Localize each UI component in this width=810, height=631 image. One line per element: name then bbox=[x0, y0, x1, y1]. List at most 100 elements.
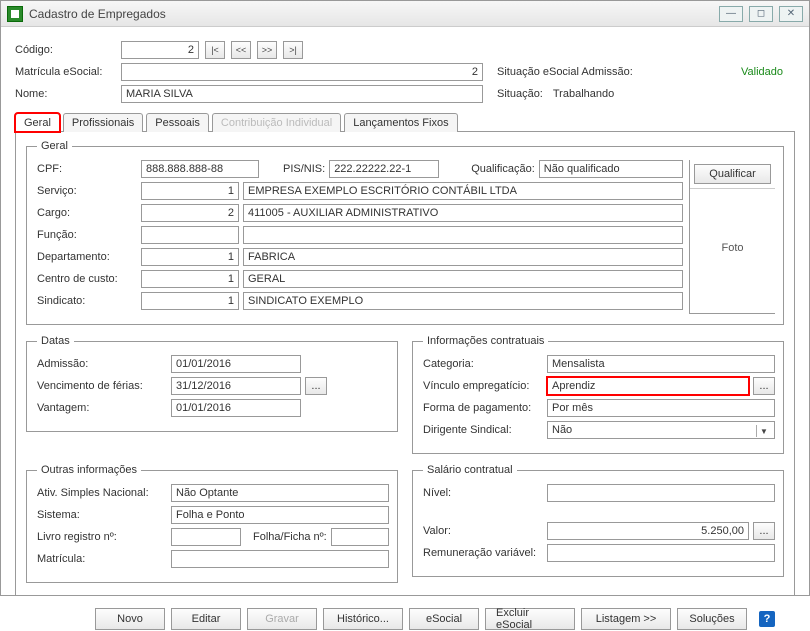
esocial-button[interactable]: eSocial bbox=[409, 608, 479, 630]
simples-label: Ativ. Simples Nacional: bbox=[37, 487, 167, 499]
servico-desc[interactable]: EMPRESA EXEMPLO ESCRITÓRIO CONTÁBIL LTDA bbox=[243, 182, 683, 200]
cargo-code[interactable]: 2 bbox=[141, 204, 239, 222]
folha-label: Folha/Ficha nº: bbox=[253, 531, 327, 543]
fieldset-datas: Datas Admissão: 01/01/2016 Vencimento de… bbox=[26, 335, 398, 432]
tab-geral[interactable]: Geral bbox=[15, 113, 60, 132]
forma-label: Forma de pagamento: bbox=[423, 402, 543, 414]
fieldset-contratuais: Informações contratuais Categoria: Mensa… bbox=[412, 335, 784, 454]
matricula-esocial-label: Matrícula eSocial: bbox=[15, 66, 115, 78]
livro-field[interactable] bbox=[171, 528, 241, 546]
fieldset-outras: Outras informações Ativ. Simples Naciona… bbox=[26, 464, 398, 583]
centro-desc[interactable]: GERAL bbox=[243, 270, 683, 288]
nivel-label: Nível: bbox=[423, 487, 543, 499]
vantagem-label: Vantagem: bbox=[37, 402, 167, 414]
departamento-label: Departamento: bbox=[37, 251, 137, 263]
cargo-label: Cargo: bbox=[37, 207, 137, 219]
situacao-esocial-label: Situação eSocial Admissão: bbox=[497, 66, 633, 78]
sindicato-code[interactable]: 1 bbox=[141, 292, 239, 310]
funcao-label: Função: bbox=[37, 229, 137, 241]
servico-label: Serviço: bbox=[37, 185, 137, 197]
ferias-field[interactable]: 31/12/2016 bbox=[171, 377, 301, 395]
vantagem-field[interactable]: 01/01/2016 bbox=[171, 399, 301, 417]
tab-bar: Geral Profissionais Pessoais Contribuiçã… bbox=[15, 113, 795, 132]
nav-prev-button[interactable]: << bbox=[231, 41, 251, 59]
historico-button[interactable]: Histórico... bbox=[323, 608, 403, 630]
outras-matricula-field[interactable] bbox=[171, 550, 389, 568]
cargo-desc[interactable]: 411005 - AUXILIAR ADMINISTRATIVO bbox=[243, 204, 683, 222]
titlebar: Cadastro de Empregados — ◻ ✕ bbox=[1, 1, 809, 27]
window-title: Cadastro de Empregados bbox=[29, 7, 719, 21]
legend-datas: Datas bbox=[37, 335, 74, 347]
pisnis-label: PIS/NIS: bbox=[283, 163, 325, 175]
codigo-label: Código: bbox=[15, 44, 115, 56]
fieldset-salario: Salário contratual Nível: Valor: 5.250,0… bbox=[412, 464, 784, 577]
editar-button[interactable]: Editar bbox=[171, 608, 241, 630]
situacao-value: Trabalhando bbox=[553, 88, 614, 100]
tab-contribuicao[interactable]: Contribuição Individual bbox=[212, 113, 341, 132]
tab-profissionais[interactable]: Profissionais bbox=[63, 113, 143, 132]
funcao-desc[interactable] bbox=[243, 226, 683, 244]
sistema-field[interactable]: Folha e Ponto bbox=[171, 506, 389, 524]
centro-code[interactable]: 1 bbox=[141, 270, 239, 288]
legend-geral: Geral bbox=[37, 140, 72, 152]
simples-field[interactable]: Não Optante bbox=[171, 484, 389, 502]
sindicato-desc[interactable]: SINDICATO EXEMPLO bbox=[243, 292, 683, 310]
close-button[interactable]: ✕ bbox=[779, 6, 803, 22]
categoria-field[interactable]: Mensalista bbox=[547, 355, 775, 373]
nivel-field[interactable] bbox=[547, 484, 775, 502]
vinculo-field[interactable]: Aprendiz bbox=[547, 377, 749, 395]
remun-field[interactable] bbox=[547, 544, 775, 562]
ferias-label: Vencimento de férias: bbox=[37, 380, 167, 392]
folha-field[interactable] bbox=[331, 528, 389, 546]
tab-lancamentos[interactable]: Lançamentos Fixos bbox=[344, 113, 457, 132]
nav-first-button[interactable]: |< bbox=[205, 41, 225, 59]
qualificacao-field[interactable]: Não qualificado bbox=[539, 160, 683, 178]
nav-last-button[interactable]: >| bbox=[283, 41, 303, 59]
nome-field[interactable]: MARIA SILVA bbox=[121, 85, 483, 103]
gravar-button[interactable]: Gravar bbox=[247, 608, 317, 630]
button-bar: Novo Editar Gravar Histórico... eSocial … bbox=[15, 608, 795, 630]
nome-label: Nome: bbox=[15, 88, 115, 100]
sistema-label: Sistema: bbox=[37, 509, 167, 521]
dirigente-label: Dirigente Sindical: bbox=[423, 424, 543, 436]
vinculo-lookup-button[interactable]: ... bbox=[753, 377, 775, 395]
photo-panel: Qualificar Foto bbox=[689, 160, 775, 314]
dirigente-combo[interactable]: Não bbox=[547, 421, 775, 439]
admissao-field[interactable]: 01/01/2016 bbox=[171, 355, 301, 373]
servico-code[interactable]: 1 bbox=[141, 182, 239, 200]
ferias-lookup-button[interactable]: ... bbox=[305, 377, 327, 395]
situacao-label: Situação: bbox=[497, 88, 543, 100]
legend-contratuais: Informações contratuais bbox=[423, 335, 548, 347]
departamento-desc[interactable]: FABRICA bbox=[243, 248, 683, 266]
situacao-esocial-value: Validado bbox=[741, 66, 783, 78]
qualificar-button[interactable]: Qualificar bbox=[694, 164, 771, 184]
qualificacao-label: Qualificação: bbox=[471, 163, 535, 175]
excluir-esocial-button[interactable]: Excluir eSocial bbox=[485, 608, 575, 630]
valor-lookup-button[interactable]: ... bbox=[753, 522, 775, 540]
admissao-label: Admissão: bbox=[37, 358, 167, 370]
sindicato-label: Sindicato: bbox=[37, 295, 137, 307]
valor-field[interactable]: 5.250,00 bbox=[547, 522, 749, 540]
listagem-button[interactable]: Listagem >> bbox=[581, 608, 671, 630]
minimize-button[interactable]: — bbox=[719, 6, 743, 22]
novo-button[interactable]: Novo bbox=[95, 608, 165, 630]
maximize-button[interactable]: ◻ bbox=[749, 6, 773, 22]
forma-field[interactable]: Por mês bbox=[547, 399, 775, 417]
funcao-code[interactable] bbox=[141, 226, 239, 244]
matricula-esocial-field[interactable]: 2 bbox=[121, 63, 483, 81]
solucoes-button[interactable]: Soluções bbox=[677, 608, 747, 630]
livro-label: Livro registro nº: bbox=[37, 531, 167, 543]
foto-placeholder[interactable]: Foto bbox=[690, 189, 775, 307]
tab-pessoais[interactable]: Pessoais bbox=[146, 113, 209, 132]
outras-matricula-label: Matrícula: bbox=[37, 553, 167, 565]
departamento-code[interactable]: 1 bbox=[141, 248, 239, 266]
app-icon bbox=[7, 6, 23, 22]
cpf-field[interactable]: 888.888.888-88 bbox=[141, 160, 259, 178]
pisnis-field[interactable]: 222.22222.22-1 bbox=[329, 160, 439, 178]
nav-next-button[interactable]: >> bbox=[257, 41, 277, 59]
help-icon[interactable]: ? bbox=[759, 611, 775, 627]
categoria-label: Categoria: bbox=[423, 358, 543, 370]
codigo-field[interactable]: 2 bbox=[121, 41, 199, 59]
legend-outras: Outras informações bbox=[37, 464, 141, 476]
fieldset-geral: Geral CPF: 888.888.888-88 PIS/NIS: 222.2… bbox=[26, 140, 784, 325]
